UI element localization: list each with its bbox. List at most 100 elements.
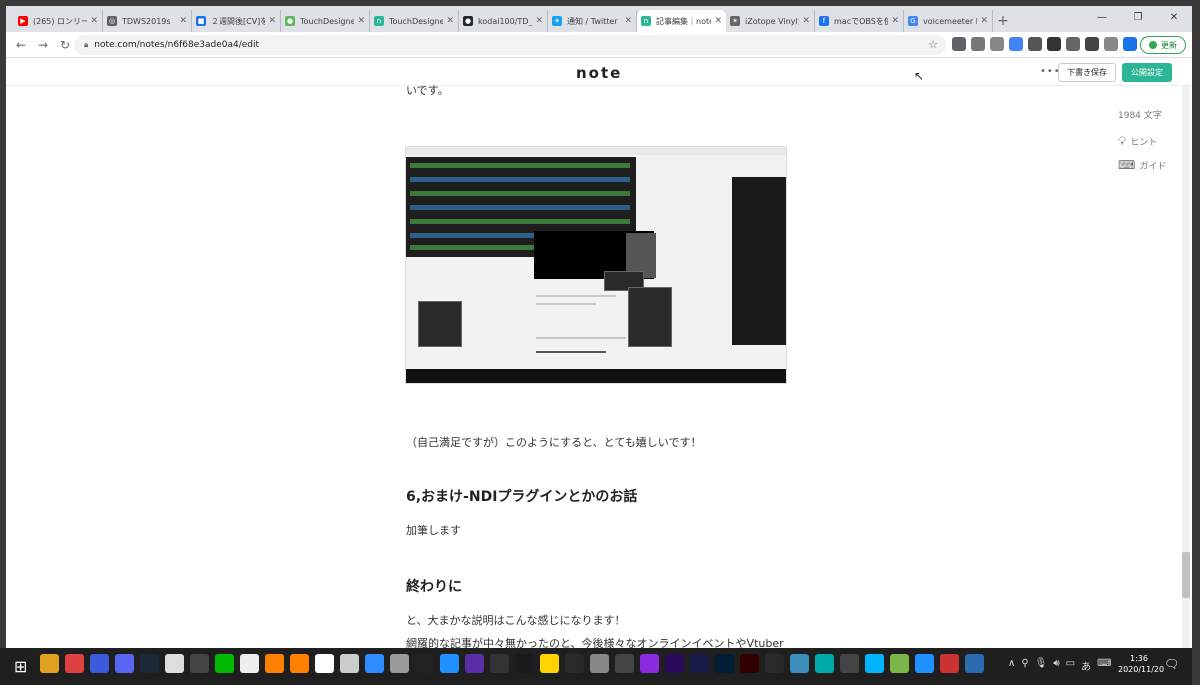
taskbar-app-icon[interactable] [165, 654, 184, 673]
extension-icon[interactable] [971, 37, 985, 51]
extension-icon[interactable] [1047, 37, 1061, 51]
taskbar-app-icon[interactable] [865, 654, 884, 673]
taskbar-app-icon[interactable] [190, 654, 209, 673]
paragraph-conclusion-1[interactable]: と、大まかな説明はこんな感じになります！ [406, 612, 626, 628]
paragraph-after-image[interactable]: （自己満足ですが）このようにすると、とても嬉しいです！ [406, 434, 701, 450]
note-logo[interactable]: note [576, 64, 622, 82]
browser-tab[interactable]: ● kodai100/TD_N ✕ [459, 10, 548, 32]
tab-close-icon[interactable]: ✕ [891, 16, 899, 26]
taskbar-app-icon[interactable] [290, 654, 309, 673]
maximize-button[interactable]: ❐ [1120, 6, 1156, 28]
taskbar-app-icon[interactable] [915, 654, 934, 673]
tray-up-arrow-icon[interactable]: ∧ [1008, 658, 1015, 673]
taskbar-app-icon[interactable] [765, 654, 784, 673]
taskbar-app-icon[interactable] [340, 654, 359, 673]
extension-icon[interactable] [1066, 37, 1080, 51]
taskbar-app-icon[interactable] [640, 654, 659, 673]
taskbar-app-icon[interactable] [665, 654, 684, 673]
scrollbar-thumb[interactable] [1182, 552, 1190, 598]
tray-ime-icon[interactable]: あ [1081, 658, 1091, 673]
taskbar-app-icon[interactable] [390, 654, 409, 673]
windows-start-icon[interactable]: ⊞ [14, 657, 27, 676]
browser-tab[interactable]: Gvoicemeeter bas✕ [904, 10, 993, 32]
taskbar-app-icon[interactable] [415, 654, 434, 673]
taskbar-app-icon[interactable] [890, 654, 909, 673]
taskbar-app-icon[interactable] [315, 654, 334, 673]
tray-volume-icon[interactable]: 🔊︎ [1053, 658, 1059, 673]
taskbar-app-icon[interactable] [240, 654, 259, 673]
tab-close-icon[interactable]: ✕ [980, 16, 988, 26]
extension-icon[interactable] [1104, 37, 1118, 51]
tab-close-icon[interactable]: ✕ [179, 16, 187, 26]
taskbar-app-icon[interactable] [365, 654, 384, 673]
tab-close-icon[interactable]: ✕ [357, 16, 365, 26]
taskbar-app-icon[interactable] [90, 654, 109, 673]
extension-icon[interactable] [1085, 37, 1099, 51]
browser-tab[interactable]: ● TouchDesignerで✕ [281, 10, 370, 32]
taskbar-app-icon[interactable] [465, 654, 484, 673]
hint-button[interactable]: 💡︎ ヒント [1118, 134, 1157, 149]
close-window-button[interactable]: ✕ [1156, 6, 1192, 28]
browser-tab[interactable]: ✶ iZotope Vinylが✕ [726, 10, 815, 32]
bookmark-star-icon[interactable]: ☆ [928, 38, 938, 51]
tray-mic-icon[interactable]: 🎙︎ [1035, 658, 1048, 673]
taskbar-app-icon[interactable] [615, 654, 634, 673]
taskbar-app-icon[interactable] [140, 654, 159, 673]
taskbar-app-icon[interactable] [540, 654, 559, 673]
extension-icon[interactable] [990, 37, 1004, 51]
page-scrollbar[interactable] [1182, 86, 1190, 648]
taskbar-app-icon[interactable] [965, 654, 984, 673]
taskbar-app-icon[interactable] [515, 654, 534, 673]
taskbar-app-icon[interactable] [790, 654, 809, 673]
taskbar-app-icon[interactable] [65, 654, 84, 673]
browser-tab[interactable]: ■ ２週間後[CV]を使✕ [192, 10, 281, 32]
taskbar-app-icon[interactable] [265, 654, 284, 673]
minimize-button[interactable]: — [1084, 6, 1120, 28]
extension-icon[interactable] [952, 37, 966, 51]
address-bar[interactable]: 🔒︎ note.com/notes/n6f68e3ade0a4/edit ☆ [74, 35, 946, 55]
guide-button[interactable]: ⌨ ガイド [1118, 158, 1166, 172]
extension-icon[interactable] [1009, 37, 1023, 51]
tab-close-icon[interactable]: ✕ [802, 16, 810, 26]
taskbar-app-icon[interactable] [815, 654, 834, 673]
taskbar-app-icon[interactable] [940, 654, 959, 673]
extension-icon[interactable] [1123, 37, 1137, 51]
tab-close-icon[interactable]: ✕ [90, 16, 98, 26]
tab-close-icon[interactable]: ✕ [624, 16, 632, 26]
new-tab-button[interactable]: + [993, 10, 1013, 32]
save-draft-button[interactable]: 下書き保存 [1058, 63, 1116, 82]
paragraph-ndi[interactable]: 加筆します [406, 522, 461, 538]
notification-center-icon[interactable]: 🗨︎ [1164, 657, 1179, 671]
heading-ndi[interactable]: 6,おまけ-NDIプラグインとかのお話 [406, 486, 637, 506]
heading-conclusion[interactable]: 終わりに [406, 576, 462, 596]
extension-icon[interactable] [1028, 37, 1042, 51]
taskbar-app-icon[interactable] [740, 654, 759, 673]
browser-tab[interactable]: n 記事編集｜note ✕ [637, 10, 726, 32]
tab-close-icon[interactable]: ✕ [535, 16, 543, 26]
browser-tab[interactable]: ✦ 通知 / Twitter ✕ [548, 10, 637, 32]
taskbar-app-icon[interactable] [690, 654, 709, 673]
taskbar-app-icon[interactable] [565, 654, 584, 673]
back-icon[interactable]: ← [10, 34, 32, 56]
taskbar-app-icon[interactable] [840, 654, 859, 673]
tab-close-icon[interactable]: ✕ [268, 16, 276, 26]
taskbar-app-icon[interactable] [115, 654, 134, 673]
tray-network-icon[interactable]: ⚲ [1021, 658, 1028, 673]
browser-tab[interactable]: n TouchDesignerで✕ [370, 10, 459, 32]
browser-tab[interactable]: ◎ TDWS2019s ✕ [103, 10, 192, 32]
browser-tab[interactable]: f macでOBSを使っ✕ [815, 10, 904, 32]
taskbar-app-icon[interactable] [40, 654, 59, 673]
update-button[interactable]: 更新 [1140, 36, 1186, 54]
tab-close-icon[interactable]: ✕ [714, 16, 722, 26]
reload-icon[interactable]: ↻ [54, 34, 76, 56]
tab-close-icon[interactable]: ✕ [446, 16, 454, 26]
tray-keyboard-icon[interactable]: ⌨ [1097, 658, 1111, 673]
taskbar-app-icon[interactable] [440, 654, 459, 673]
taskbar-app-icon[interactable] [490, 654, 509, 673]
taskbar-clock[interactable]: 1:36 2020/11/20 [1118, 653, 1164, 675]
taskbar-app-icon[interactable] [715, 654, 734, 673]
paragraph-top-fragment[interactable]: いです。 [406, 82, 449, 98]
paragraph-conclusion-2[interactable]: 網羅的な記事が中々無かったのと、今後様々なオンラインイベントやVtuber [406, 635, 784, 648]
taskbar-app-icon[interactable] [590, 654, 609, 673]
taskbar-app-icon[interactable] [215, 654, 234, 673]
